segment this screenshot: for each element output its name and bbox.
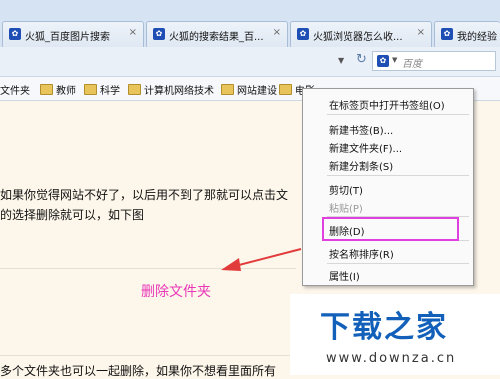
- bookmark-folder-website[interactable]: 网站建设: [221, 82, 277, 97]
- search-engine-icon[interactable]: ✿: [377, 55, 389, 67]
- content-bottom-line: 多个文件夹也可以一起删除，如果你不想看里面所有: [0, 364, 277, 378]
- menu-paste: 粘贴(P): [329, 204, 363, 215]
- folder-icon: [84, 84, 97, 95]
- menu-new-separator[interactable]: 新建分割条(S): [329, 158, 393, 173]
- tab-baidu-image-search[interactable]: ✿ 火狐_百度图片搜索 ×: [2, 21, 144, 47]
- bookmark-context-menu: 在标签页中打开书签组(O) 新建书签(B)... 新建文件夹(F)... 新建分…: [302, 88, 474, 286]
- tab-search-results[interactable]: ✿ 火狐的搜索结果_百... ×: [146, 21, 288, 47]
- folder-icon: [221, 84, 234, 95]
- search-placeholder: 百度: [402, 59, 422, 70]
- bookmark-folder-network[interactable]: 计算机网络技术: [128, 82, 214, 97]
- url-dropdown-icon[interactable]: ▼: [338, 56, 344, 65]
- refresh-icon[interactable]: ↻: [356, 52, 367, 67]
- tab-close-icon[interactable]: ×: [129, 27, 137, 38]
- menu-new-folder[interactable]: 新建文件夹(F)...: [329, 140, 402, 155]
- baidu-paw-icon: ✿: [297, 28, 309, 40]
- navigation-toolbar: ▼ ↻ ✿ ▼ 百度: [0, 47, 500, 77]
- menu-separator: [327, 263, 469, 264]
- bookmark-folder-science[interactable]: 科学: [84, 82, 120, 97]
- bookmark-label: 文件夹: [0, 86, 30, 97]
- watermark-url: www.downza.cn: [326, 351, 457, 366]
- folder-icon: [279, 84, 292, 95]
- arrow-shaft: [234, 248, 302, 267]
- baidu-paw-icon: ✿: [9, 28, 21, 40]
- tab-firefox-bookmarks[interactable]: ✿ 火狐浏览器怎么收... ×: [290, 21, 432, 47]
- menu-properties[interactable]: 属性(I): [329, 268, 360, 283]
- folder-icon: [128, 84, 141, 95]
- folder-icon: [40, 84, 53, 95]
- watermark-logo: 下载之家 www.downza.cn: [290, 294, 500, 375]
- search-bar[interactable]: ✿ ▼ 百度: [372, 51, 496, 71]
- bookmark-label: 教师: [56, 86, 76, 97]
- tab-label: 火狐浏览器怎么收...: [313, 32, 403, 43]
- bookmark-folder-teacher[interactable]: 教师: [40, 82, 76, 97]
- tab-close-icon[interactable]: ×: [417, 27, 425, 38]
- watermark-main-text: 下载之家: [320, 310, 448, 345]
- delete-highlight-box: [322, 217, 459, 241]
- bookmark-label: 网站建设: [237, 86, 277, 97]
- menu-new-bookmark[interactable]: 新建书签(B)...: [329, 122, 393, 137]
- annotation-label: 删除文件夹: [141, 284, 211, 300]
- bookmark-label: 计算机网络技术: [144, 86, 214, 97]
- tab-label: 火狐的搜索结果_百...: [169, 32, 264, 43]
- annotation-arrow-icon: [221, 248, 302, 271]
- content-line-2: 的选择删除就可以，如下图: [0, 208, 145, 222]
- menu-sort-by-name[interactable]: 按名称排序(R): [329, 246, 394, 261]
- tab-label: 我的经验: [457, 32, 497, 43]
- baidu-paw-icon: ✿: [153, 28, 165, 40]
- divider: [0, 355, 296, 356]
- tab-close-icon[interactable]: ×: [273, 27, 281, 38]
- menu-cut[interactable]: 剪切(T): [329, 182, 363, 197]
- tab-my-experience[interactable]: ✿ 我的经验: [434, 21, 500, 47]
- engine-dropdown-icon[interactable]: ▼: [392, 56, 397, 64]
- baidu-paw-icon: ✿: [441, 28, 453, 40]
- tab-strip: ✿ 火狐_百度图片搜索 × ✿ 火狐的搜索结果_百... × ✿ 火狐浏览器怎么…: [0, 0, 500, 47]
- menu-separator: [327, 175, 469, 176]
- bookmark-label: 科学: [100, 86, 120, 97]
- menu-separator: [327, 114, 469, 115]
- arrow-head: [221, 258, 241, 271]
- tab-label: 火狐_百度图片搜索: [25, 32, 110, 43]
- content-line-1: 如果你觉得网站不好了，以后用不到了那就可以点击文: [0, 188, 289, 202]
- menu-open-in-tabs[interactable]: 在标签页中打开书签组(O): [329, 97, 445, 112]
- bookmark-folder-files[interactable]: 文件夹: [0, 82, 30, 97]
